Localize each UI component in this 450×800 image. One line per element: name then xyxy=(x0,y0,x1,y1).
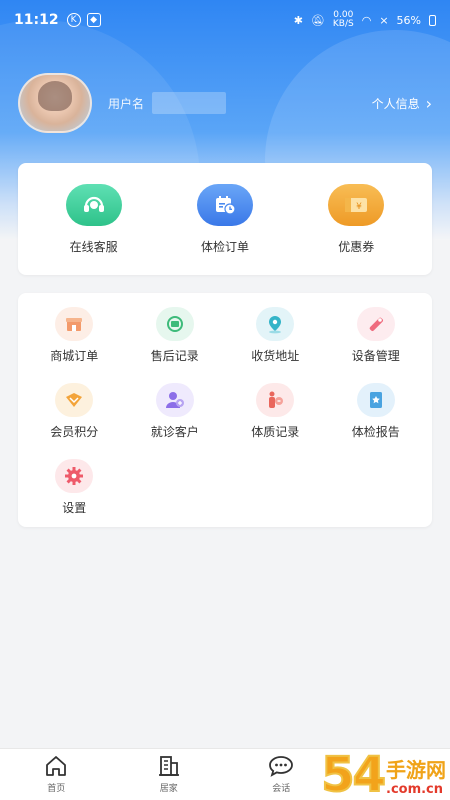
svg-text:¥: ¥ xyxy=(356,202,362,212)
bluetooth-icon: ✱ xyxy=(293,13,303,27)
quick-action-label: 在线客服 xyxy=(69,239,118,254)
service-label: 商城订单 xyxy=(50,349,99,363)
profile-info-label: 个人信息 xyxy=(371,96,420,111)
patient-icon xyxy=(155,383,194,417)
service-device-management[interactable]: 设备管理 xyxy=(326,307,427,375)
battery-percent: 56% xyxy=(396,13,421,27)
tab-label: 首页 xyxy=(47,784,66,794)
service-label: 设备管理 xyxy=(351,349,400,363)
profile-header: 用户名 个人信息 › xyxy=(18,72,432,134)
bell-icon: 🔕︎ xyxy=(310,13,325,27)
service-label: 售后记录 xyxy=(150,349,199,363)
service-patients[interactable]: 就诊客户 xyxy=(125,383,226,451)
battery-icon xyxy=(429,14,436,26)
service-label: 体质记录 xyxy=(251,425,300,439)
chat-icon xyxy=(268,755,294,779)
device-icon xyxy=(356,307,395,341)
service-settings[interactable]: 设置 xyxy=(24,459,125,527)
chevron-right-icon: › xyxy=(425,93,432,113)
wifi-icon: ◠ xyxy=(361,13,372,27)
service-member-points[interactable]: 会员积分 xyxy=(24,383,125,451)
service-label: 收货地址 xyxy=(251,349,300,363)
service-address[interactable]: 收货地址 xyxy=(225,307,326,375)
watermark-logo: 54 手游网 .com.cn xyxy=(320,747,446,800)
home-icon xyxy=(44,755,68,779)
service-body-records[interactable]: 体质记录 xyxy=(225,383,326,451)
refresh-icon xyxy=(155,307,194,341)
location-icon xyxy=(256,307,295,341)
building-icon xyxy=(157,755,181,779)
service-exam-report[interactable]: 体检报告 xyxy=(326,383,427,451)
k-app-icon: K xyxy=(66,13,81,27)
username-label: 用户名 xyxy=(108,96,145,111)
tab-home-care[interactable]: 居家 xyxy=(113,749,226,800)
quick-actions-card: 在线客服 体检订单 ¥ 优惠券 xyxy=(18,163,432,275)
headset-icon xyxy=(65,183,122,226)
net-speed-unit: KB/S xyxy=(332,19,354,29)
services-card: 商城订单 售后记录 收货地址 设备管理 会员积分 就诊客户 体质记录 体检报告 … xyxy=(18,293,432,527)
points-icon xyxy=(55,383,94,417)
username-value xyxy=(152,92,227,114)
coupon-icon: ¥ xyxy=(328,183,385,226)
service-label: 就诊客户 xyxy=(150,425,199,439)
services-grid: 商城订单 售后记录 收货地址 设备管理 会员积分 就诊客户 体质记录 体检报告 … xyxy=(24,307,426,527)
tab-label: 会话 xyxy=(272,784,291,794)
body-record-icon xyxy=(256,383,295,417)
avatar[interactable] xyxy=(18,73,92,133)
tab-home[interactable]: 首页 xyxy=(0,749,113,800)
service-after-sales[interactable]: 售后记录 xyxy=(125,307,226,375)
quick-action-coupons[interactable]: ¥ 优惠券 xyxy=(301,183,411,255)
shield-app-icon: ◆ xyxy=(86,13,101,27)
service-shop-orders[interactable]: 商城订单 xyxy=(24,307,125,375)
gear-icon xyxy=(55,459,94,493)
status-time: 11:12 xyxy=(14,12,59,28)
watermark-text-top: 手游网 xyxy=(386,758,446,782)
status-bar: 11:12 K ◆ ✱ 🔕︎ 0.00 KB/S ◠ × 56% xyxy=(0,0,450,40)
watermark-text-bottom: .com.cn xyxy=(386,782,444,797)
calendar-clock-icon xyxy=(196,183,253,226)
quick-action-online-service[interactable]: 在线客服 xyxy=(39,183,149,255)
quick-action-label: 体检订单 xyxy=(200,239,249,254)
profile-info-link[interactable]: 个人信息 › xyxy=(372,94,432,113)
watermark-number: 54 xyxy=(320,747,387,800)
quick-action-exam-orders[interactable]: 体检订单 xyxy=(170,183,280,255)
shop-icon xyxy=(55,307,94,341)
service-label: 体检报告 xyxy=(351,425,400,439)
network-speed: 0.00 KB/S xyxy=(333,11,354,29)
service-label: 会员积分 xyxy=(50,425,99,439)
report-icon xyxy=(356,383,395,417)
signal-icon: × xyxy=(379,13,389,27)
watermark-text: 手游网 .com.cn xyxy=(386,758,446,798)
service-label: 设置 xyxy=(62,501,87,515)
tab-label: 居家 xyxy=(159,784,178,794)
quick-action-label: 优惠券 xyxy=(338,239,375,254)
